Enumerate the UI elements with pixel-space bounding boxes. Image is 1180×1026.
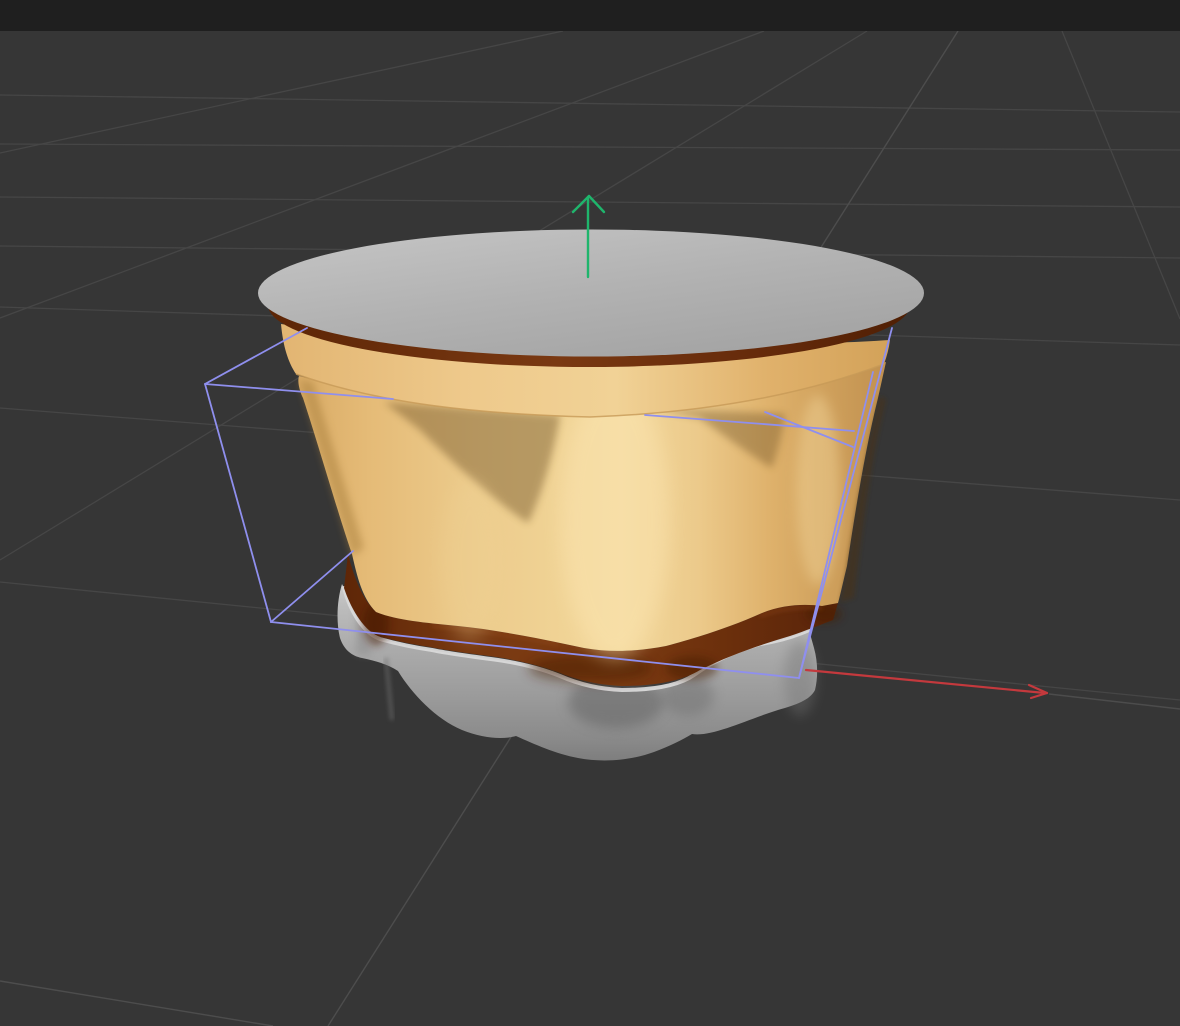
top-bar <box>0 0 1180 31</box>
viewport-3d[interactable] <box>0 0 1180 1026</box>
app-window <box>0 0 1180 1026</box>
top-disc <box>258 230 924 357</box>
